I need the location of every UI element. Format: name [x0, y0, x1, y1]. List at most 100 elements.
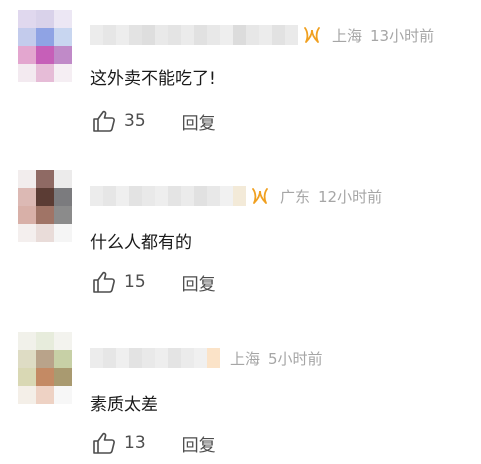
- comment-location: 上海: [332, 26, 363, 45]
- username-blur-cell: [246, 25, 259, 45]
- username-blur-cell: [220, 25, 233, 45]
- username-blur-cell: [142, 186, 155, 206]
- username-blur-cell: [155, 186, 168, 206]
- username-blur-cell: [116, 25, 129, 45]
- comment-header: 上海 5小时前: [90, 347, 323, 369]
- avatar-pixel: [18, 206, 36, 224]
- avatar-pixel: [18, 46, 36, 64]
- avatar-pixel: [18, 64, 36, 82]
- comment-text: 什么人都有的: [90, 233, 192, 253]
- username-blur-cell: [90, 348, 103, 368]
- username-blur-cell: [103, 348, 116, 368]
- username-blur-cell: [207, 186, 220, 206]
- username-blur-cell: [142, 348, 155, 368]
- username-blur-cell: [129, 25, 142, 45]
- avatar-pixel: [18, 188, 36, 206]
- avatar-pixel: [18, 224, 36, 242]
- username-blur-cell: [103, 186, 116, 206]
- comment-meta: 上海 5小时前: [230, 348, 323, 369]
- like-count: 13: [124, 433, 146, 453]
- avatar-pixel: [54, 46, 72, 64]
- avatar[interactable]: [18, 170, 72, 242]
- username-blur-cell: [129, 186, 142, 206]
- username-blur-cell: [181, 25, 194, 45]
- avatar-pixel: [54, 170, 72, 188]
- reply-button[interactable]: 回复: [182, 431, 216, 456]
- avatar-pixel: [18, 368, 36, 386]
- avatar-pixel: [54, 224, 72, 242]
- username-blur-cell: [233, 186, 246, 206]
- username-blur-cell: [168, 25, 181, 45]
- username-blur-cell: [181, 348, 194, 368]
- username-blurred[interactable]: [90, 186, 246, 206]
- avatar-pixel: [36, 332, 54, 350]
- avatar-pixel: [54, 188, 72, 206]
- username-blur-cell: [116, 186, 129, 206]
- comment-actions: 15 回复: [92, 269, 216, 295]
- like-count: 35: [124, 111, 146, 131]
- avatar-pixel: [36, 224, 54, 242]
- comment-time: 5小时前: [268, 349, 323, 368]
- avatar-pixel: [18, 170, 36, 188]
- avatar-pixel: [36, 386, 54, 404]
- comment-header: 广东 12小时前: [90, 185, 382, 207]
- vip-badge-icon: [304, 27, 320, 43]
- username-blur-cell: [142, 25, 155, 45]
- username-blurred[interactable]: [90, 348, 220, 368]
- username-blur-cell: [116, 348, 129, 368]
- vip-badge-icon: [252, 188, 268, 204]
- username-blur-cell: [233, 25, 246, 45]
- comment-actions: 35 回复: [92, 108, 216, 134]
- comment-time: 13小时前: [370, 26, 435, 45]
- comment-time: 12小时前: [318, 187, 383, 206]
- username-blur-cell: [194, 348, 207, 368]
- avatar-pixel: [54, 28, 72, 46]
- avatar-pixel: [54, 386, 72, 404]
- avatar-pixel: [36, 368, 54, 386]
- avatar-pixel: [36, 10, 54, 28]
- like-button[interactable]: 35: [92, 109, 146, 133]
- avatar[interactable]: [18, 332, 72, 404]
- thumbs-up-icon: [93, 110, 115, 132]
- avatar-pixel: [18, 28, 36, 46]
- username-blur-cell: [129, 348, 142, 368]
- comment-header: 上海 13小时前: [90, 24, 434, 46]
- like-count: 15: [124, 272, 146, 292]
- avatar-pixel: [54, 368, 72, 386]
- reply-button[interactable]: 回复: [182, 109, 216, 134]
- comment-location: 广东: [280, 187, 311, 206]
- username-blur-cell: [194, 25, 207, 45]
- username-blur-cell: [207, 25, 220, 45]
- username-blur-cell: [285, 25, 298, 45]
- reply-button[interactable]: 回复: [182, 270, 216, 295]
- comment-location: 上海: [230, 349, 261, 368]
- username-blur-cell: [259, 25, 272, 45]
- thumbs-up-icon: [93, 432, 115, 454]
- username-blur-cell: [155, 25, 168, 45]
- avatar-pixel: [36, 206, 54, 224]
- username-blur-cell: [194, 186, 207, 206]
- username-blurred[interactable]: [90, 25, 298, 45]
- avatar-pixel: [18, 386, 36, 404]
- avatar-pixel: [18, 350, 36, 368]
- avatar-pixel: [18, 10, 36, 28]
- username-blur-cell: [207, 348, 220, 368]
- like-button[interactable]: 15: [92, 270, 146, 294]
- comment-actions: 13 回复: [92, 430, 216, 456]
- username-blur-cell: [90, 186, 103, 206]
- avatar[interactable]: [18, 10, 72, 82]
- avatar-pixel: [54, 10, 72, 28]
- username-blur-cell: [168, 186, 181, 206]
- thumbs-up-icon: [93, 271, 115, 293]
- username-blur-cell: [181, 186, 194, 206]
- comment-meta: 上海 13小时前: [332, 25, 434, 46]
- avatar-pixel: [54, 206, 72, 224]
- comment-text: 素质太差: [90, 395, 158, 415]
- like-button[interactable]: 13: [92, 431, 146, 455]
- username-blur-cell: [168, 348, 181, 368]
- avatar-pixel: [36, 350, 54, 368]
- avatar-pixel: [54, 332, 72, 350]
- avatar-pixel: [36, 46, 54, 64]
- username-blur-cell: [103, 25, 116, 45]
- username-blur-cell: [155, 348, 168, 368]
